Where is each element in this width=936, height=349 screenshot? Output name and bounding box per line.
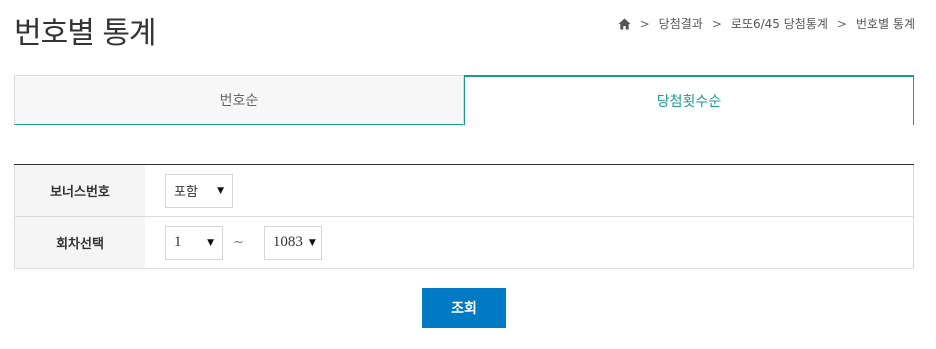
tab-win-count-order[interactable]: 당첨횟수순 <box>464 75 914 125</box>
round-from-value: 1 <box>174 234 182 250</box>
range-separator: ~ <box>233 235 244 250</box>
filter-row-round: 회차선택 1 ▼ ~ 1083 ▼ <box>14 217 914 269</box>
caret-down-icon: ▼ <box>308 237 316 248</box>
round-from-select[interactable]: 1 ▼ <box>165 225 223 260</box>
bonus-number-select[interactable]: 포함 ▼ <box>165 173 233 208</box>
caret-down-icon: ▼ <box>217 185 224 196</box>
round-to-select[interactable]: 1083 ▼ <box>263 225 322 260</box>
tab-number-order[interactable]: 번호순 <box>14 75 464 125</box>
sort-tabs: 번호순 당첨횟수순 <box>14 75 914 125</box>
page-title: 번호별 통계 <box>14 16 157 51</box>
chevron-right-icon: > <box>836 16 847 31</box>
round-select-cell: 1 ▼ ~ 1083 ▼ <box>145 217 914 268</box>
filter-row-bonus: 보너스번호 포함 ▼ <box>14 165 914 217</box>
round-to-value: 1083 <box>272 234 303 250</box>
home-icon[interactable] <box>618 18 631 30</box>
round-select-label: 회차선택 <box>14 217 145 268</box>
bonus-number-label: 보너스번호 <box>14 165 145 216</box>
filter-table: 보너스번호 포함 ▼ 회차선택 1 ▼ ~ 1083 ▼ <box>14 164 914 269</box>
bonus-number-selected-value: 포함 <box>174 185 198 200</box>
bonus-number-cell: 포함 ▼ <box>145 165 914 216</box>
breadcrumb-item-current: 번호별 통계 <box>855 17 915 31</box>
breadcrumb-item-results[interactable]: 당첨결과 <box>659 15 703 32</box>
breadcrumb: > 당첨결과 > 로또6/45 당첨통계 > 번호별 통계 <box>618 15 915 32</box>
search-button[interactable]: 조회 <box>422 288 506 328</box>
chevron-right-icon: > <box>639 16 650 31</box>
chevron-right-icon: > <box>711 16 722 31</box>
breadcrumb-item-lotto-stats[interactable]: 로또6/45 당첨통계 <box>731 15 828 32</box>
caret-down-icon: ▼ <box>207 237 214 248</box>
